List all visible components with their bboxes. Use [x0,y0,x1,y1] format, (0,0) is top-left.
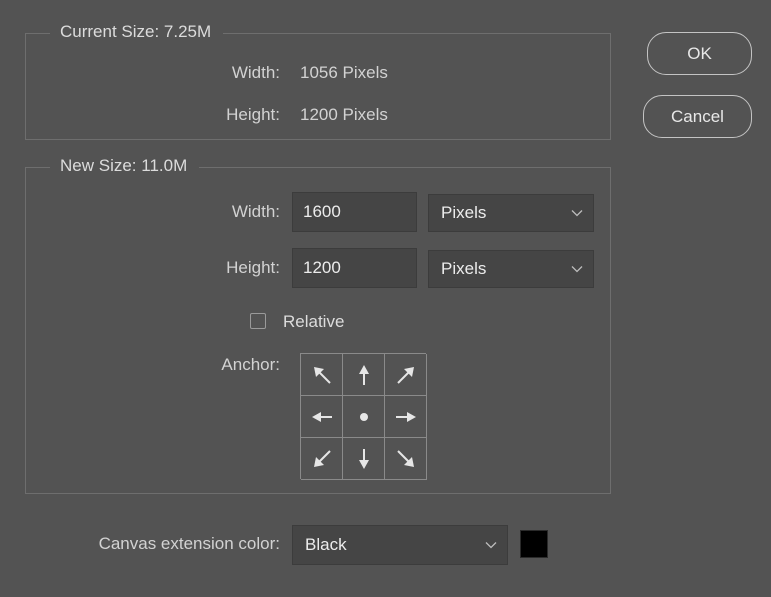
extension-color-swatch[interactable] [520,530,548,558]
arrow-right-icon [395,411,416,422]
anchor-left[interactable] [301,396,343,438]
arrow-down-icon [358,448,369,469]
chevron-down-icon [571,266,583,273]
width-unit-select[interactable]: Pixels [428,194,594,232]
current-size-legend: Current Size: 7.25M [50,22,224,42]
cancel-button[interactable]: Cancel [643,95,752,138]
anchor-bottom-left[interactable] [301,438,343,480]
extension-color-label: Canvas extension color: [98,534,280,553]
arrow-left-icon [311,411,332,422]
chevron-down-icon [485,542,497,549]
current-width-value: 1056 Pixels [300,63,388,82]
ok-button[interactable]: OK [647,32,752,75]
arrow-up-icon [358,364,369,385]
height-unit-value: Pixels [441,259,487,278]
chevron-down-icon [571,210,583,217]
current-height-label: Height: [226,105,280,124]
new-height-input[interactable]: 1200 [292,248,417,288]
width-unit-value: Pixels [441,203,487,222]
relative-checkbox[interactable] [250,313,266,329]
height-unit-select[interactable]: Pixels [428,250,594,288]
new-height-label: Height: [226,258,280,277]
new-width-input[interactable]: 1600 [292,192,417,232]
new-width-label: Width: [231,202,280,221]
anchor-center[interactable] [343,396,385,438]
anchor-center-dot-icon [359,412,368,421]
extension-color-select[interactable]: Black [292,525,508,565]
relative-label: Relative [283,312,345,331]
arrow-up-left-icon [313,366,331,384]
anchor-top[interactable] [343,354,385,396]
arrow-down-left-icon [313,449,331,467]
anchor-top-left[interactable] [301,354,343,396]
anchor-top-right[interactable] [385,354,427,396]
current-width-label: Width: [231,63,280,82]
current-height-value: 1200 Pixels [300,105,388,124]
extension-color-value: Black [305,535,347,554]
anchor-bottom-right[interactable] [385,438,427,480]
arrow-up-right-icon [396,366,414,384]
anchor-bottom[interactable] [343,438,385,480]
anchor-label: Anchor: [221,355,280,374]
arrow-down-right-icon [396,449,414,467]
new-size-legend: New Size: 11.0M [50,156,200,176]
anchor-grid[interactable] [300,353,427,480]
anchor-right[interactable] [385,396,427,438]
